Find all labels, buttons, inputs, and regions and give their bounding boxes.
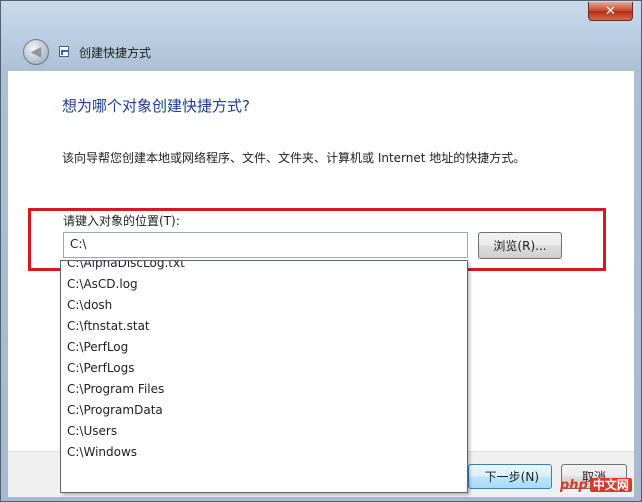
list-item[interactable]: C:\dosh — [61, 295, 467, 316]
close-icon: ✕ — [605, 3, 616, 19]
title-bar: ✕ ◀ 创建快捷方式 — [1, 1, 641, 71]
watermark-prefix: php — [560, 478, 588, 493]
location-label: 请键入对象的位置(T): — [63, 214, 180, 228]
list-item[interactable]: C:\Users — [61, 421, 467, 442]
list-item[interactable]: C:\Windows — [61, 442, 467, 463]
next-button[interactable]: 下一步(N) — [468, 464, 552, 489]
list-item[interactable]: C:\AlphaDiscLog.txt — [61, 261, 467, 274]
watermark-suffix: 中文网 — [589, 478, 632, 492]
list-item[interactable]: C:\PerfLogs — [61, 358, 467, 379]
list-item[interactable]: C:\ProgramData — [61, 400, 467, 421]
back-arrow-icon: ◀ — [30, 44, 42, 60]
watermark: php 中文网 — [560, 476, 632, 493]
page-heading: 想为哪个对象创建快捷方式? — [62, 97, 250, 115]
shortcut-icon — [59, 46, 69, 57]
close-button[interactable]: ✕ — [588, 2, 633, 21]
autocomplete-dropdown[interactable]: C:\AlphaDiscLog.txt C:\AsCD.log C:\dosh … — [60, 260, 468, 493]
page-description: 该向导帮您创建本地或网络程序、文件、文件夹、计算机或 Internet 地址的快… — [62, 151, 526, 165]
list-item[interactable]: C:\AsCD.log — [61, 274, 467, 295]
list-item[interactable]: C:\ftnstat.stat — [61, 316, 467, 337]
list-item[interactable]: C:\PerfLog — [61, 337, 467, 358]
list-item[interactable]: C:\Program Files — [61, 379, 467, 400]
browse-button[interactable]: 浏览(R)... — [478, 232, 562, 259]
location-input[interactable]: C:\ — [63, 232, 468, 258]
back-button[interactable]: ◀ — [23, 39, 49, 65]
window-title: 创建快捷方式 — [79, 46, 152, 60]
